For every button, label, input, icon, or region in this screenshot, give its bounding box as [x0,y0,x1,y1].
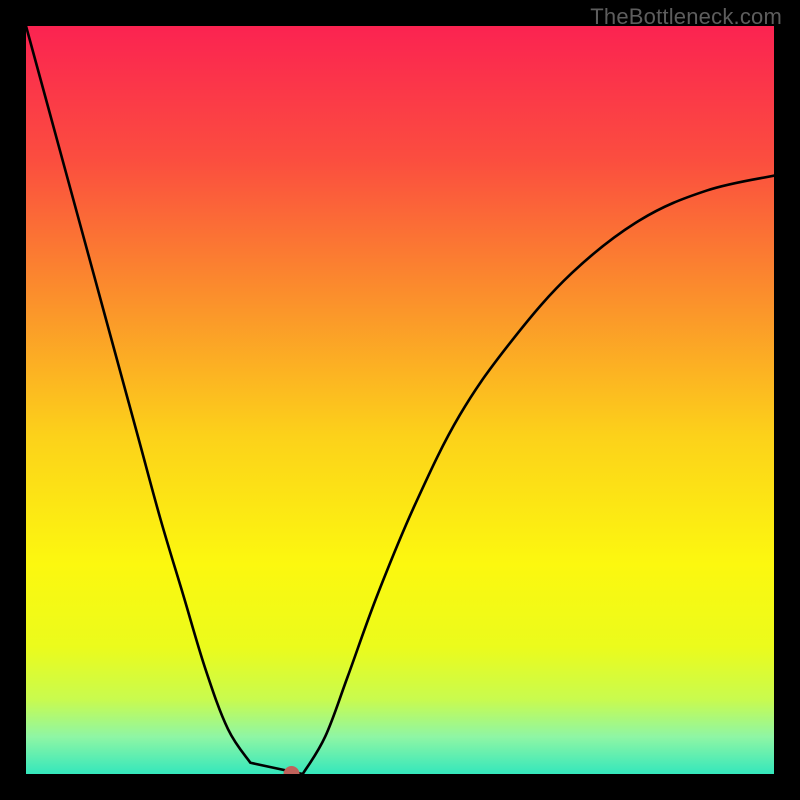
minimum-marker [284,766,300,774]
bottleneck-curve [26,26,774,774]
curve-layer [26,26,774,774]
chart-frame: TheBottleneck.com [0,0,800,800]
watermark-label: TheBottleneck.com [590,4,782,30]
plot-area [26,26,774,774]
